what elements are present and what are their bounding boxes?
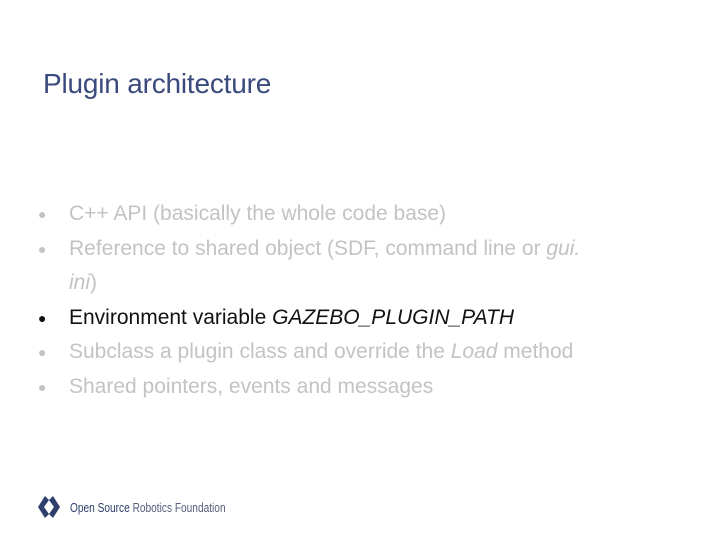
bullet-text: Environment variable [69,305,273,329]
bullet-emphasis: ini [69,271,91,294]
bullet-text: method [497,340,574,363]
bullet-dot-icon: ● [38,309,47,326]
osrf-logo-icon [38,496,60,518]
page-title: Plugin architecture [43,68,272,99]
footer-logo: Open Source Robotics Foundation [36,494,269,520]
list-item: ● Subclass a plugin class and override t… [38,335,678,370]
list-item: ● C++ API (basically the whole code base… [38,197,678,232]
bullet-text: C++ API (basically the whole code base) [69,202,447,225]
bullet-list: ● C++ API (basically the whole code base… [38,197,678,404]
list-item: ● Reference to shared object (SDF, comma… [38,232,678,301]
bullet-dot-icon: ● [38,378,47,395]
bullet-text: Reference to shared object (SDF, command… [69,236,547,260]
bullet-emphasis: GAZEBO_PLUGIN_PATH [272,305,515,329]
bullet-dot-icon: ● [38,206,47,222]
bullet-text: Shared pointers, events and messages [69,374,434,398]
bullet-emphasis: gui. [546,236,581,260]
logo-text-part1: Open Source [70,499,133,515]
bullet-text: ) [90,271,98,294]
bullet-text: Subclass a plugin class and override the [69,340,451,363]
list-item-active: ● Environment variable GAZEBO_PLUGIN_PAT… [38,301,678,336]
bullet-dot-icon: ● [38,240,47,257]
logo-text-part2: Robotics Foundation [132,499,226,515]
bullet-emphasis: Load [450,340,498,363]
logo-text: Open Source Robotics Foundation [70,500,226,515]
list-item: ● Shared pointers, events and messages [38,370,678,405]
bullet-dot-icon: ● [38,344,47,360]
